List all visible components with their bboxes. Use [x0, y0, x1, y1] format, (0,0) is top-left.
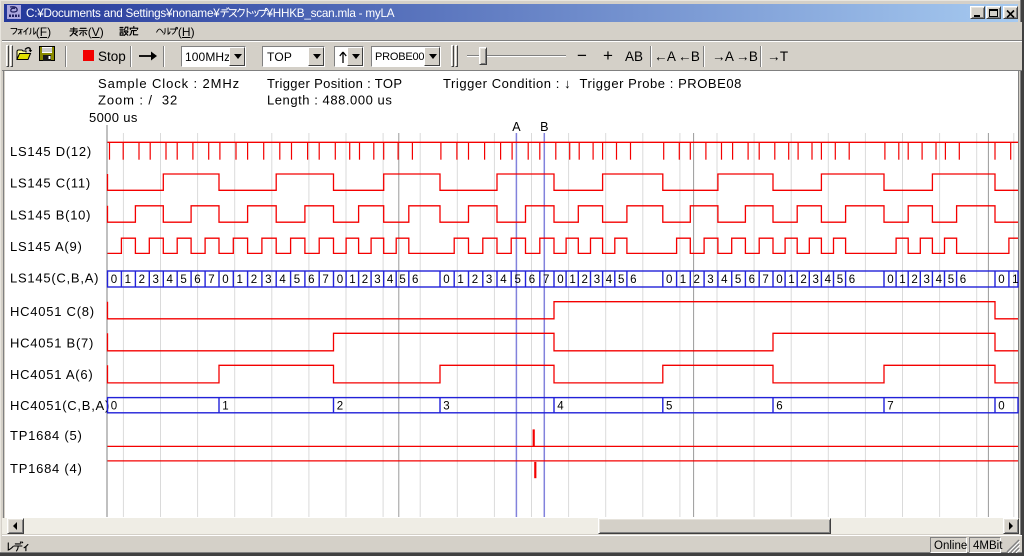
svg-text:3: 3	[374, 274, 380, 286]
svg-text:LS145(C,B,A): LS145(C,B,A)	[10, 271, 99, 286]
svg-text:HC4051 A(6): HC4051 A(6)	[10, 367, 93, 382]
svg-text:Trigger Position : TOP: Trigger Position : TOP	[267, 76, 402, 91]
svg-text:6: 6	[749, 274, 755, 286]
svg-text:0: 0	[776, 274, 782, 286]
svg-text:1: 1	[349, 274, 355, 286]
svg-text:2: 2	[800, 274, 806, 286]
svg-text:0: 0	[998, 274, 1004, 286]
svg-text:1: 1	[1012, 274, 1018, 286]
svg-text:5: 5	[735, 274, 741, 286]
svg-text:4: 4	[825, 274, 832, 286]
svg-text:6: 6	[630, 274, 636, 286]
svg-text:0: 0	[337, 274, 343, 286]
svg-text:LS145 D(12): LS145 D(12)	[10, 144, 92, 159]
svg-text:1: 1	[899, 274, 905, 286]
svg-text:3: 3	[924, 274, 930, 286]
svg-text:6: 6	[776, 400, 782, 412]
svg-text:1: 1	[125, 274, 131, 286]
svg-text:4: 4	[606, 274, 613, 286]
svg-text:4: 4	[387, 274, 394, 286]
svg-text:7: 7	[887, 400, 893, 412]
svg-text:5000 us: 5000 us	[89, 110, 138, 125]
svg-text:1: 1	[237, 274, 243, 286]
svg-text:3: 3	[813, 274, 819, 286]
svg-text:Trigger Condition : ↓ Trigger: Trigger Condition : ↓ Trigger Probe : PR…	[443, 76, 742, 91]
svg-text:3: 3	[265, 274, 271, 286]
svg-text:0: 0	[666, 274, 672, 286]
svg-text:7: 7	[322, 274, 328, 286]
svg-text:5: 5	[948, 274, 954, 286]
svg-text:0: 0	[998, 400, 1004, 412]
svg-text:4: 4	[500, 274, 507, 286]
svg-text:TP1684 (5): TP1684 (5)	[10, 428, 83, 443]
svg-text:7: 7	[762, 274, 768, 286]
svg-text:2: 2	[337, 400, 343, 412]
svg-text:HC4051 C(8): HC4051 C(8)	[10, 304, 95, 319]
svg-text:1: 1	[569, 274, 575, 286]
svg-text:6: 6	[960, 274, 966, 286]
svg-text:1: 1	[222, 400, 228, 412]
svg-text:6: 6	[194, 274, 200, 286]
svg-text:1: 1	[680, 274, 686, 286]
svg-text:2: 2	[472, 274, 478, 286]
svg-text:2: 2	[582, 274, 588, 286]
svg-text:0: 0	[443, 274, 449, 286]
svg-text:Sample Clock : 2MHz: Sample Clock : 2MHz	[98, 76, 240, 91]
svg-text:LS145 C(11): LS145 C(11)	[10, 176, 91, 191]
svg-text:0: 0	[557, 274, 563, 286]
svg-text:0: 0	[222, 274, 228, 286]
svg-text:3: 3	[707, 274, 713, 286]
svg-text:TP1684 (4): TP1684 (4)	[10, 461, 83, 476]
svg-text:3: 3	[486, 274, 492, 286]
svg-text:6: 6	[529, 274, 535, 286]
svg-text:B: B	[540, 120, 548, 134]
svg-text:4: 4	[279, 274, 286, 286]
svg-text:5: 5	[294, 274, 300, 286]
svg-text:6: 6	[412, 274, 418, 286]
svg-text:3: 3	[594, 274, 600, 286]
svg-text:5: 5	[180, 274, 186, 286]
svg-text:3: 3	[443, 400, 449, 412]
svg-text:6: 6	[308, 274, 314, 286]
svg-text:2: 2	[694, 274, 700, 286]
svg-text:5: 5	[618, 274, 624, 286]
svg-text:2: 2	[251, 274, 257, 286]
svg-text:4: 4	[167, 274, 174, 286]
svg-text:LS145 B(10): LS145 B(10)	[10, 207, 91, 222]
svg-text:Length : 488.000 us: Length : 488.000 us	[267, 93, 392, 108]
svg-text:4: 4	[936, 274, 943, 286]
svg-text:0: 0	[887, 274, 893, 286]
svg-text:5: 5	[399, 274, 405, 286]
svg-text:HC4051(C,B,A): HC4051(C,B,A)	[10, 398, 110, 413]
svg-text:5: 5	[515, 274, 521, 286]
svg-text:6: 6	[849, 274, 855, 286]
svg-text:3: 3	[153, 274, 159, 286]
svg-text:LS145 A(9): LS145 A(9)	[10, 239, 83, 254]
svg-text:0: 0	[111, 400, 117, 412]
svg-text:4: 4	[557, 400, 564, 412]
svg-text:Zoom : / 32: Zoom : / 32	[98, 93, 178, 108]
svg-text:0: 0	[111, 274, 117, 286]
svg-text:7: 7	[543, 274, 549, 286]
svg-text:A: A	[512, 120, 521, 134]
svg-text:HC4051 B(7): HC4051 B(7)	[10, 335, 94, 350]
svg-text:5: 5	[837, 274, 843, 286]
svg-text:5: 5	[666, 400, 672, 412]
svg-text:2: 2	[362, 274, 368, 286]
svg-text:1: 1	[457, 274, 463, 286]
svg-text:2: 2	[139, 274, 145, 286]
svg-text:7: 7	[208, 274, 214, 286]
svg-text:1: 1	[788, 274, 794, 286]
svg-text:4: 4	[721, 274, 728, 286]
svg-text:2: 2	[911, 274, 917, 286]
